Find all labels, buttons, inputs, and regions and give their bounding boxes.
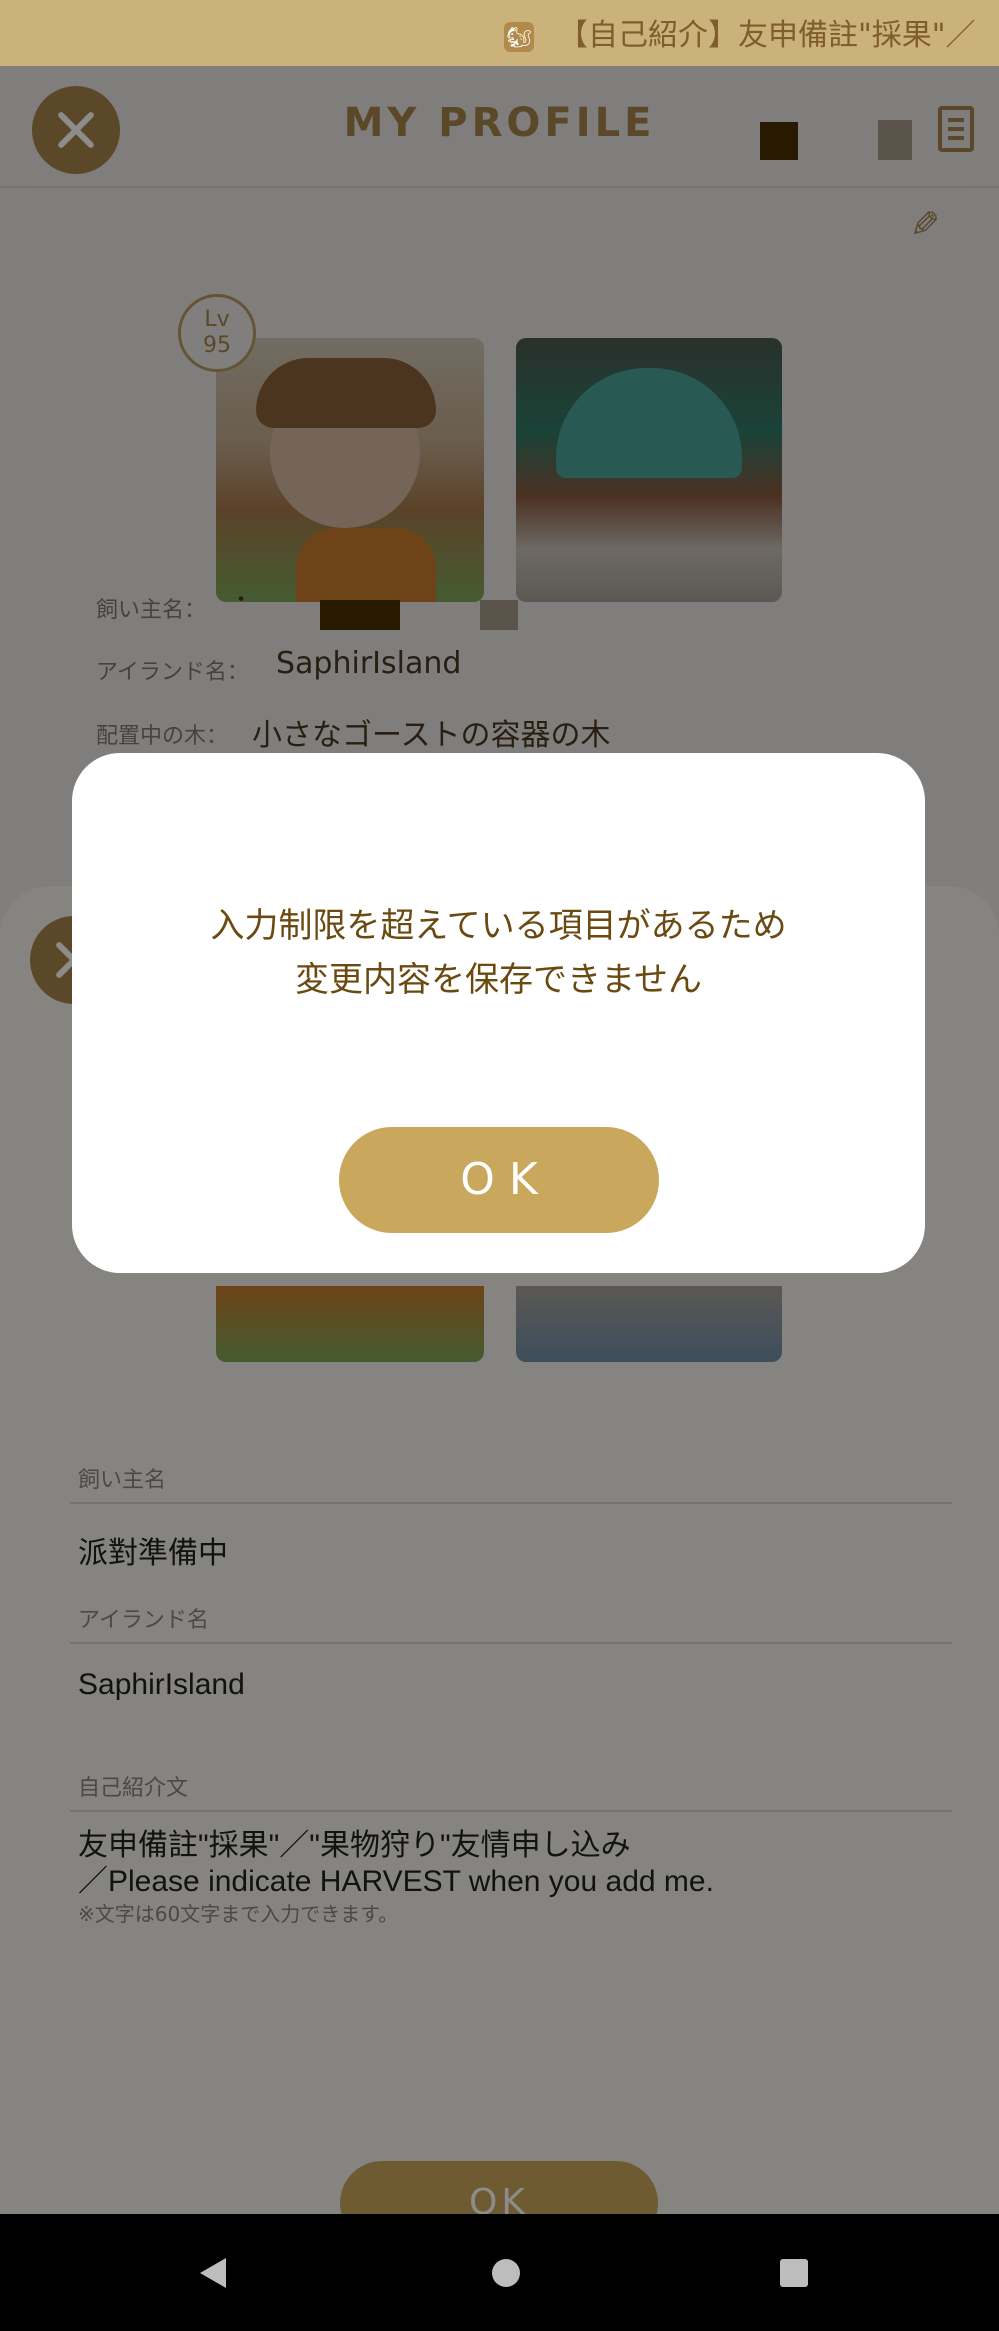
back-icon[interactable] bbox=[200, 2258, 226, 2288]
dialog-message-line2: 変更内容を保存できません bbox=[295, 960, 702, 1000]
dialog-message: 入力制限を超えている項目があるため 変更内容を保存できません bbox=[72, 899, 925, 1007]
news-ticker[interactable]: 🐿 【自己紹介】友申備註"採果"／ bbox=[0, 0, 999, 66]
system-navigation-bar bbox=[0, 2214, 999, 2331]
error-dialog: 入力制限を超えている項目があるため 変更内容を保存できません OK bbox=[72, 753, 925, 1273]
home-icon[interactable] bbox=[492, 2259, 520, 2287]
squirrel-avatar-icon: 🐿 bbox=[504, 22, 534, 52]
dialog-ok-button[interactable]: OK bbox=[339, 1127, 659, 1233]
dialog-message-line1: 入力制限を超えている項目があるため bbox=[210, 906, 787, 946]
recent-apps-icon[interactable] bbox=[780, 2259, 808, 2287]
ticker-text: 【自己紹介】友申備註"採果"／ bbox=[558, 18, 976, 53]
